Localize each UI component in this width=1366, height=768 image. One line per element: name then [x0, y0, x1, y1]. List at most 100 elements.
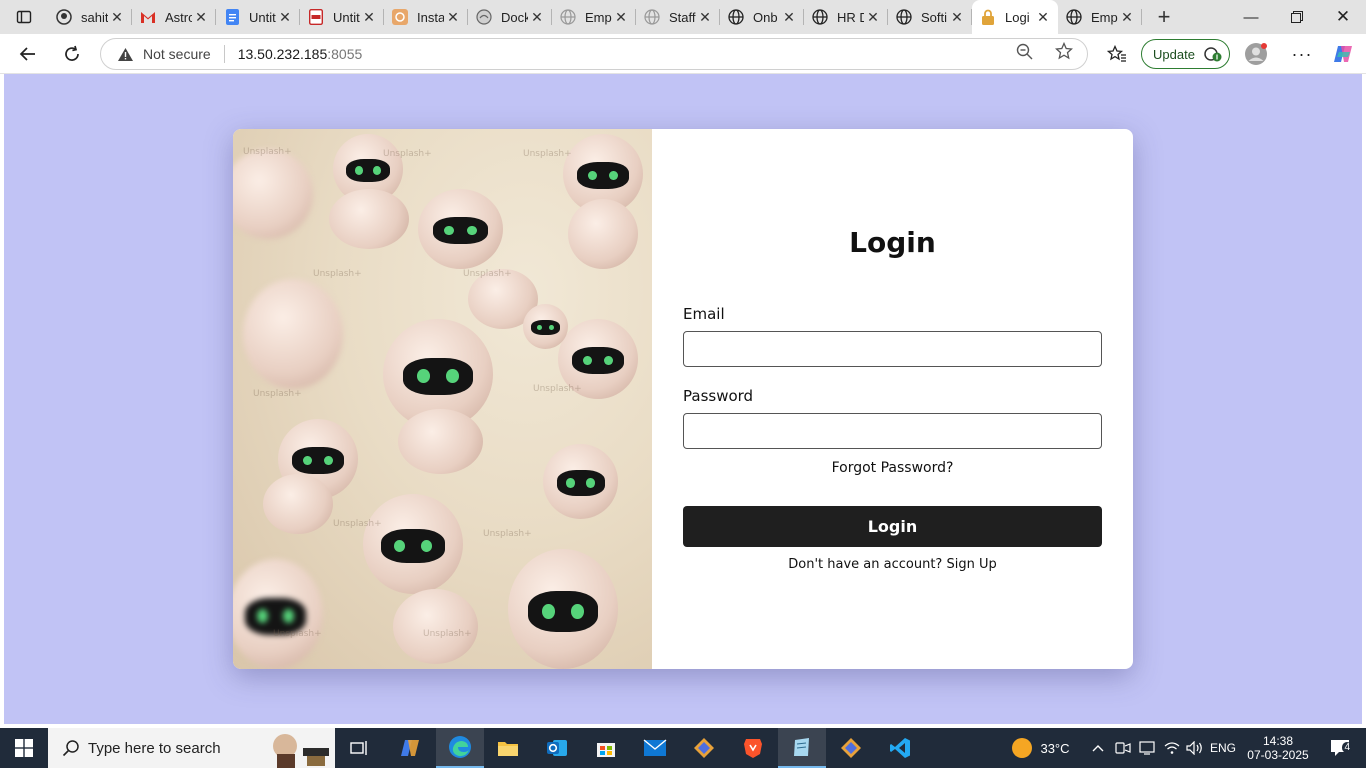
close-window-button[interactable]: ✕ [1320, 0, 1366, 34]
hero-watermark: Unsplash+ [463, 269, 512, 279]
back-button[interactable] [12, 38, 44, 70]
tab-docs[interactable]: Untit ✕ [216, 0, 300, 34]
tab-dock[interactable]: Dock ✕ [468, 0, 552, 34]
taskbar-outlook[interactable] [533, 728, 581, 768]
email-field[interactable] [683, 331, 1102, 367]
taskbar-brave[interactable] [729, 728, 777, 768]
taskbar-file-explorer[interactable] [484, 728, 532, 768]
taskbar-copilot[interactable] [386, 728, 434, 768]
arrow-left-icon [19, 47, 35, 61]
copilot-button[interactable] [1331, 42, 1355, 66]
globe-icon [644, 9, 660, 25]
volume-icon [1186, 741, 1202, 755]
tab-gmail[interactable]: Astro ✕ [132, 0, 216, 34]
divider [223, 45, 225, 63]
close-icon[interactable]: ✕ [360, 8, 378, 26]
signup-link[interactable]: Don't have an account? Sign Up [652, 557, 1133, 572]
tab-title: Untit [249, 9, 276, 25]
zoom-button[interactable] [1015, 42, 1033, 60]
site-info-button[interactable]: Not secure [117, 46, 211, 62]
close-icon[interactable]: ✕ [444, 8, 462, 26]
taskbar-edge[interactable] [436, 728, 484, 768]
new-tab-button[interactable]: + [1142, 0, 1186, 34]
tab-login-active[interactable]: Logi ✕ [972, 0, 1058, 34]
copilot-icon [401, 740, 419, 756]
update-badge-icon [1204, 47, 1222, 62]
weather-widget[interactable]: 33°C [1004, 728, 1076, 768]
tray-wifi-button[interactable] [1161, 728, 1183, 768]
favorite-button[interactable] [1055, 42, 1073, 60]
tab-emp[interactable]: Emp ✕ [552, 0, 636, 34]
taskbar-mail[interactable] [631, 728, 679, 768]
tab-insta[interactable]: Insta ✕ [384, 0, 468, 34]
password-field[interactable] [683, 413, 1102, 449]
tab-staff[interactable]: Staff ✕ [636, 0, 720, 34]
tab-pdf[interactable]: Untit ✕ [300, 0, 384, 34]
taskbar-search[interactable]: Type here to search [48, 728, 335, 768]
close-icon[interactable]: ✕ [948, 8, 966, 26]
close-icon[interactable]: ✕ [864, 8, 882, 26]
close-icon[interactable]: ✕ [276, 8, 294, 26]
task-view-button[interactable] [336, 728, 384, 768]
tray-display-button[interactable] [1136, 728, 1158, 768]
refresh-button[interactable] [56, 38, 88, 70]
tab-title: Logi [1005, 9, 1030, 25]
forgot-password-link[interactable]: Forgot Password? [652, 460, 1133, 476]
tab-actions-button[interactable] [0, 0, 48, 34]
hero-watermark: Unsplash+ [243, 147, 292, 157]
tab-hr[interactable]: HR D ✕ [804, 0, 888, 34]
app-icon [392, 9, 408, 25]
tray-volume-button[interactable] [1184, 728, 1206, 768]
taskbar-app-diamond[interactable] [680, 728, 728, 768]
tab-onb[interactable]: Onb ✕ [720, 0, 804, 34]
address-bar[interactable]: Not secure 13.50.232.185:8055 [100, 38, 1088, 70]
profile-button[interactable] [1244, 42, 1268, 66]
hero-watermark: Unsplash+ [273, 629, 322, 639]
close-icon[interactable]: ✕ [108, 8, 126, 26]
taskbar-app-diamond-2[interactable] [827, 728, 875, 768]
sun-icon [1012, 738, 1033, 758]
close-icon[interactable]: ✕ [1118, 8, 1136, 26]
taskbar-store[interactable] [582, 728, 630, 768]
warning-icon [118, 47, 133, 61]
tray-overflow-button[interactable] [1088, 728, 1108, 768]
close-icon[interactable]: ✕ [528, 8, 546, 26]
taskbar: Type here to search 33°C ENG 14:38 07-03… [0, 728, 1366, 768]
tray-language-button[interactable]: ENG [1208, 728, 1238, 768]
notification-button[interactable]: 4 [1320, 728, 1360, 768]
tray-clock[interactable]: 14:38 07-03-2025 [1246, 728, 1310, 768]
hero-watermark: Unsplash+ [333, 519, 382, 529]
vscode-icon [890, 738, 910, 758]
tray-meet-button[interactable] [1112, 728, 1134, 768]
start-button[interactable] [0, 728, 48, 768]
mail-icon [643, 739, 667, 756]
close-icon[interactable]: ✕ [612, 8, 630, 26]
favorites-button[interactable] [1105, 42, 1129, 66]
tab-title: Emp [1091, 9, 1118, 25]
taskbar-notepad[interactable] [778, 728, 826, 768]
zoom-out-icon [1016, 43, 1032, 59]
restore-button[interactable] [1274, 0, 1320, 34]
taskbar-vscode[interactable] [876, 728, 924, 768]
globe-icon [1066, 9, 1082, 25]
tab-emp-2[interactable]: Emp ✕ [1058, 0, 1142, 34]
url-host: 13.50.232.185 [237, 46, 328, 62]
tab-github[interactable]: sahit ✕ [48, 0, 132, 34]
login-button[interactable]: Login [683, 506, 1102, 547]
update-button[interactable]: Update [1141, 39, 1230, 69]
restore-icon [1291, 11, 1303, 23]
display-icon [1139, 741, 1155, 755]
star-icon [1055, 42, 1073, 60]
close-icon[interactable]: ✕ [780, 8, 798, 26]
search-icon [62, 740, 79, 757]
settings-menu-button[interactable]: ··· [1290, 42, 1314, 66]
minimize-button[interactable]: — [1228, 0, 1274, 34]
close-icon[interactable]: ✕ [192, 8, 210, 26]
tab-soft[interactable]: Softi ✕ [888, 0, 972, 34]
tab-title: Astro [165, 9, 192, 25]
clock-date: 07-03-2025 [1247, 748, 1309, 762]
close-icon[interactable]: ✕ [696, 8, 714, 26]
close-icon[interactable]: ✕ [1034, 8, 1052, 26]
windows-icon [15, 739, 33, 757]
security-label: Not secure [143, 46, 211, 62]
